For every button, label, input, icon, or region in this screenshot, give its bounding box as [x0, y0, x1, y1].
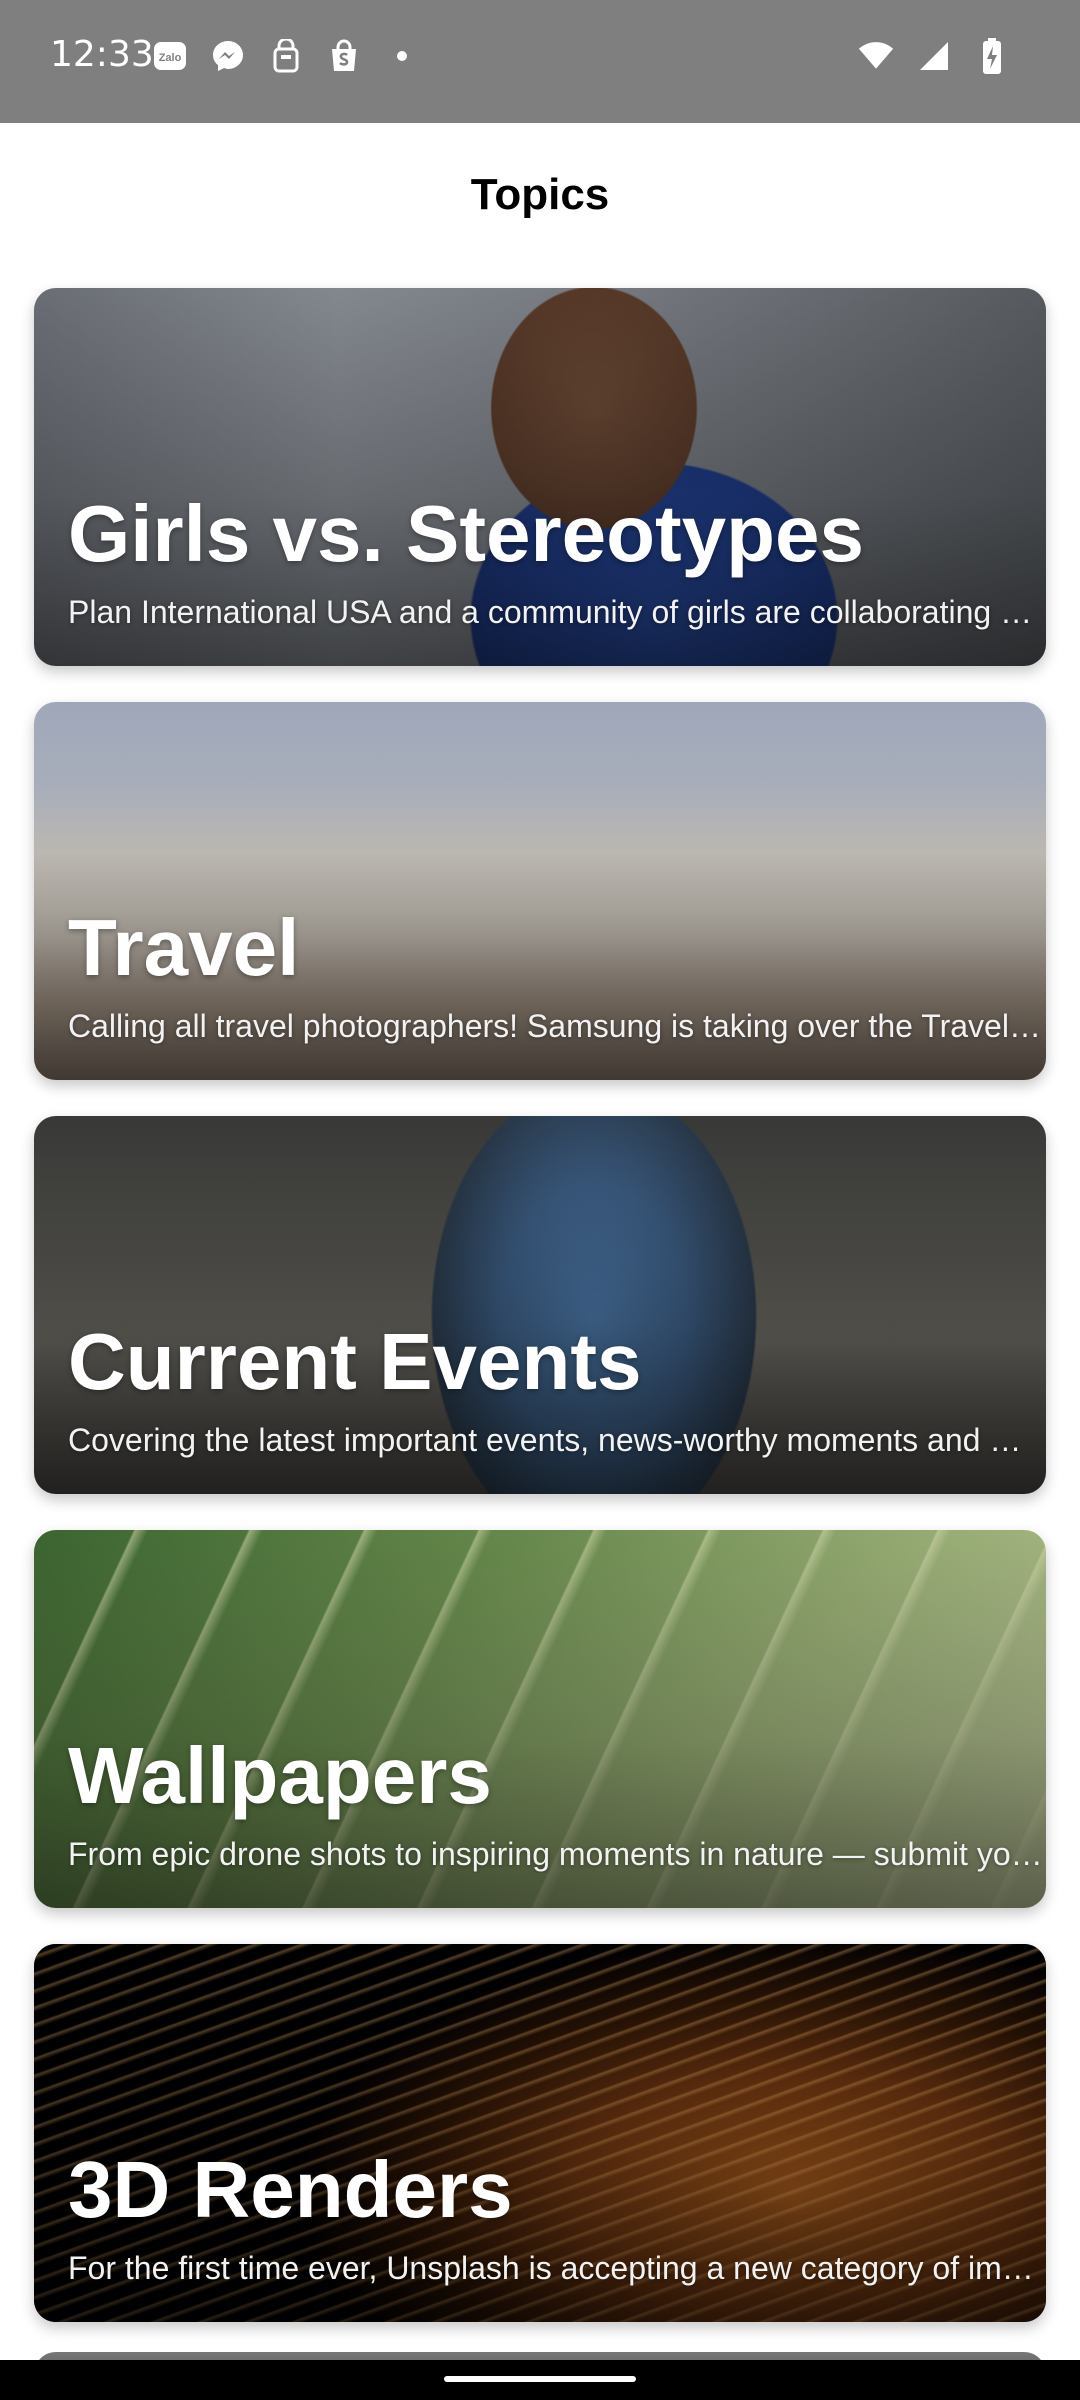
bag-icon [268, 38, 304, 74]
dot-icon [384, 38, 420, 74]
topic-title: Girls vs. Stereotypes [68, 489, 864, 578]
topic-card-current-events[interactable]: Current Events Covering the latest impor… [34, 1116, 1046, 1494]
wifi-icon [858, 38, 894, 74]
topic-title: Travel [68, 903, 300, 992]
cellular-signal-icon [916, 38, 952, 74]
topic-description: From epic drone shots to inspiring momen… [68, 1836, 1043, 1872]
messenger-icon [210, 38, 246, 74]
topic-card-girls-vs-stereotypes[interactable]: Girls vs. Stereotypes Plan International… [34, 288, 1046, 666]
navigation-bar [0, 2360, 1080, 2400]
topic-card-3d-renders[interactable]: 3D Renders For the first time ever, Unsp… [34, 1944, 1046, 2322]
battery-charging-icon [974, 38, 1010, 74]
topic-description: Calling all travel photographers! Samsun… [68, 1008, 1046, 1044]
topic-card-travel[interactable]: Travel Calling all travel photographers!… [34, 702, 1046, 1080]
topic-title: Wallpapers [68, 1731, 492, 1820]
topic-card-wallpapers[interactable]: Wallpapers From epic drone shots to insp… [34, 1530, 1046, 1908]
topic-description: For the first time ever, Unsplash is acc… [68, 2250, 1046, 2286]
topic-description: Plan International USA and a community o… [68, 594, 1033, 630]
topic-description: Covering the latest important events, ne… [68, 1422, 1022, 1458]
status-bar: 12:33 Zalo [0, 0, 1080, 123]
notification-icons: Zalo [152, 38, 420, 74]
system-icons [858, 38, 1010, 74]
page-title: Topics [470, 170, 610, 219]
svg-text:Zalo: Zalo [159, 52, 182, 64]
topic-title: 3D Renders [68, 2145, 513, 2234]
home-gesture-handle[interactable] [444, 2376, 636, 2382]
zalo-icon: Zalo [152, 38, 188, 74]
status-time: 12:33 [50, 34, 154, 75]
topic-list: Girls vs. Stereotypes Plan International… [34, 288, 1046, 2358]
shopee-icon [326, 38, 362, 74]
topic-title: Current Events [68, 1317, 642, 1406]
